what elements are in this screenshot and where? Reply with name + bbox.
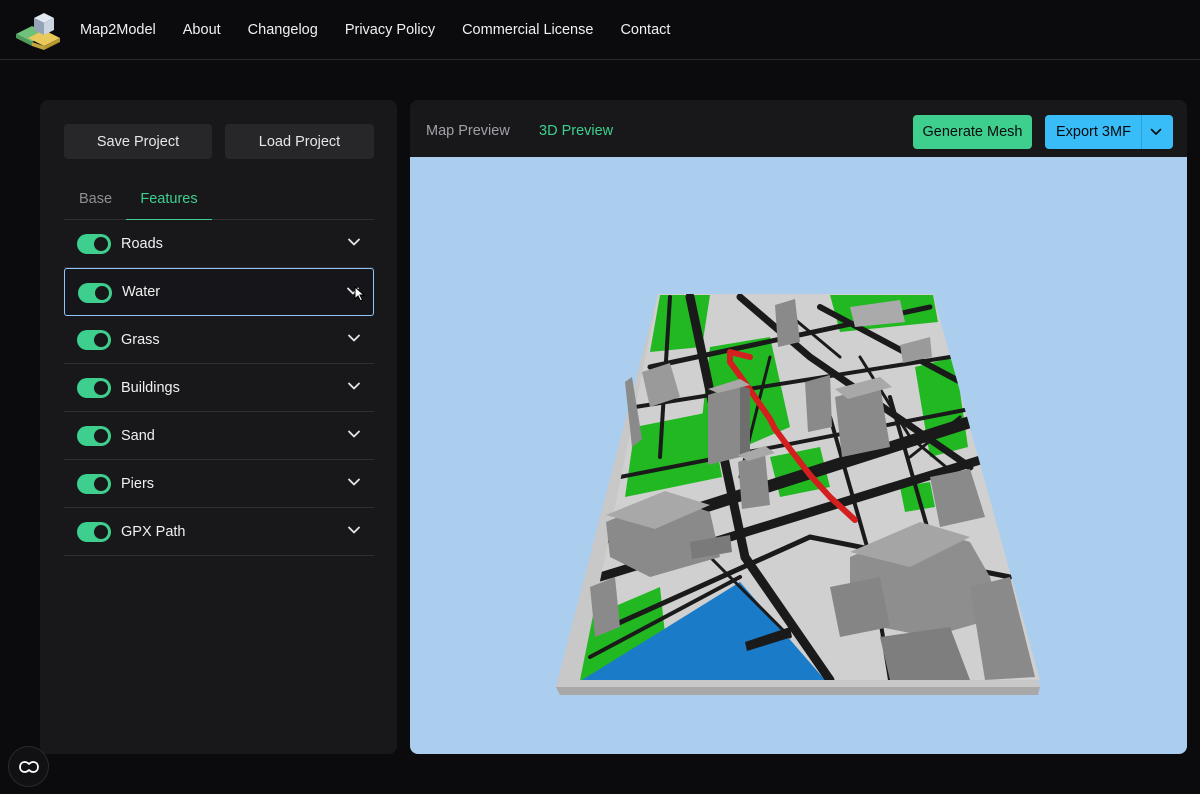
nav-changelog[interactable]: Changelog: [248, 22, 318, 38]
save-project-button[interactable]: Save Project: [64, 124, 212, 159]
chevron-down-icon[interactable]: [1149, 125, 1163, 139]
chevron-down-icon[interactable]: [346, 522, 362, 538]
main-nav: Map2Model About Changelog Privacy Policy…: [80, 0, 670, 60]
toggle-knob: [94, 525, 108, 539]
feature-row-roads[interactable]: Roads: [64, 220, 374, 268]
load-project-button[interactable]: Load Project: [225, 124, 374, 159]
infinity-link-icon: [18, 760, 39, 773]
preview-panel: Map Preview 3D Preview Generate Mesh Exp…: [410, 100, 1187, 754]
toggle-knob: [94, 477, 108, 491]
sidebar-tabs: Base Features: [64, 178, 374, 220]
feature-row-sand[interactable]: Sand: [64, 412, 374, 460]
toggle-knob: [95, 286, 109, 300]
nav-commercial-license[interactable]: Commercial License: [462, 22, 593, 38]
tab-map-preview[interactable]: Map Preview: [426, 100, 510, 162]
nav-contact[interactable]: Contact: [620, 22, 670, 38]
mouse-cursor-icon: [354, 286, 366, 302]
top-nav-bar: Map2Model About Changelog Privacy Policy…: [0, 0, 1200, 60]
tab-3d-preview[interactable]: 3D Preview: [539, 100, 613, 162]
feature-row-water[interactable]: Water: [64, 268, 374, 316]
model-base-edge: [556, 687, 1040, 695]
toggle-knob: [94, 429, 108, 443]
map-cube-logo-icon[interactable]: [12, 8, 64, 50]
gpx-path-toggle[interactable]: [77, 522, 111, 542]
piers-toggle[interactable]: [77, 474, 111, 494]
chevron-down-icon[interactable]: [346, 330, 362, 346]
feature-label: Buildings: [121, 379, 180, 396]
nav-about[interactable]: About: [183, 22, 221, 38]
feature-list: Roads Water Grass Buildings Sand Piers G…: [64, 220, 374, 556]
preview-header: Map Preview 3D Preview Generate Mesh Exp…: [410, 100, 1187, 157]
chevron-down-icon[interactable]: [346, 474, 362, 490]
roads-toggle[interactable]: [77, 234, 111, 254]
floating-action-button[interactable]: [8, 746, 49, 787]
chevron-down-icon[interactable]: [346, 378, 362, 394]
chevron-down-icon[interactable]: [346, 234, 362, 250]
nav-home-map2model[interactable]: Map2Model: [80, 22, 156, 38]
3d-map-model[interactable]: [410, 157, 1187, 754]
tab-features[interactable]: Features: [126, 178, 212, 220]
feature-row-buildings[interactable]: Buildings: [64, 364, 374, 412]
generate-mesh-button[interactable]: Generate Mesh: [913, 115, 1032, 149]
feature-label: Sand: [121, 427, 155, 444]
water-toggle[interactable]: [78, 283, 112, 303]
feature-label: GPX Path: [121, 523, 186, 540]
feature-label: Roads: [121, 235, 163, 252]
export-3mf-button[interactable]: Export 3MF: [1045, 115, 1173, 149]
toggle-knob: [94, 381, 108, 395]
tab-base[interactable]: Base: [79, 178, 112, 220]
3d-viewport[interactable]: [410, 157, 1187, 754]
toggle-knob: [94, 333, 108, 347]
buildings-toggle[interactable]: [77, 378, 111, 398]
grass-toggle[interactable]: [77, 330, 111, 350]
chevron-down-icon[interactable]: [346, 426, 362, 442]
sidebar-panel: Save Project Load Project Base Features …: [40, 100, 397, 754]
feature-row-gpx-path[interactable]: GPX Path: [64, 508, 374, 556]
feature-row-piers[interactable]: Piers: [64, 460, 374, 508]
button-divider: [1141, 115, 1142, 149]
nav-privacy-policy[interactable]: Privacy Policy: [345, 22, 435, 38]
toggle-knob: [94, 237, 108, 251]
feature-label: Piers: [121, 475, 155, 492]
export-3mf-label: Export 3MF: [1056, 124, 1131, 140]
feature-row-grass[interactable]: Grass: [64, 316, 374, 364]
feature-label: Grass: [121, 331, 160, 348]
feature-label: Water: [122, 284, 161, 300]
sand-toggle[interactable]: [77, 426, 111, 446]
